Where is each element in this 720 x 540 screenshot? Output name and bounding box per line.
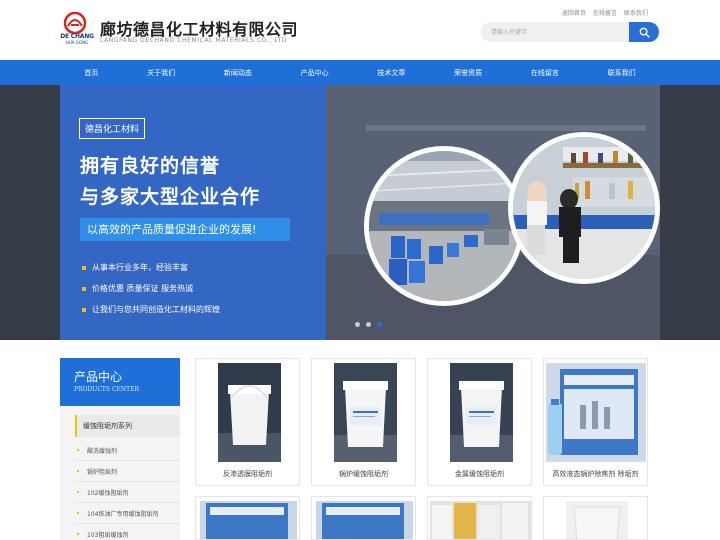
warehouse-photo — [364, 146, 524, 306]
product-card[interactable]: 锅炉缓蚀阻垢剂 — [311, 358, 416, 486]
banner-headline-1: 拥有良好的信誉 — [80, 155, 221, 177]
top-link-home[interactable]: 返回首页 — [562, 8, 586, 17]
banner-edge-right — [660, 85, 720, 340]
product-name[interactable]: 锅炉缓蚀阻垢剂 — [312, 469, 415, 479]
product-image — [546, 363, 646, 462]
site-header: DE CHANG HUA GONG 廊坊德昌化工材料有限公司 LANGFANG … — [0, 0, 720, 60]
product-image — [450, 363, 513, 462]
banner-bullet: 让我们与您共同创造化工材料的辉煌 — [82, 299, 220, 320]
product-image — [200, 501, 297, 539]
company-name-english: LANGFANG DECHANG CHEMICAL MATERIALS CO.,… — [100, 37, 287, 44]
sidebar-item[interactable]: 酸洗缓蚀剂 — [75, 440, 180, 461]
product-image — [334, 363, 397, 462]
slider-dot[interactable] — [355, 322, 360, 327]
nav-message[interactable]: 在线留言 — [531, 68, 559, 78]
search-bar — [481, 22, 659, 42]
logo-text-secondary: HUA GONG — [65, 40, 89, 45]
product-card[interactable]: 高效液态锅炉除焦剂 除垢剂 — [543, 358, 648, 486]
banner-headline-2: 与多家大型企业合作 — [80, 186, 261, 208]
banner-edge-left — [0, 85, 60, 340]
top-links: 返回首页 在线留言 联系我们 — [562, 8, 648, 17]
nav-products[interactable]: 产品中心 — [301, 68, 329, 78]
product-card[interactable]: 反渗透膜阻垢剂 — [195, 358, 300, 486]
top-link-message[interactable]: 在线留言 — [593, 8, 617, 17]
nav-home[interactable]: 首页 — [84, 68, 98, 78]
banner-bullets: 从事本行业多年，经验丰富 价格优惠 质量保证 服务热诚 让我们与您共同创造化工材… — [82, 257, 220, 320]
product-image — [316, 501, 413, 539]
product-card[interactable] — [543, 496, 648, 540]
search-icon — [639, 27, 650, 38]
product-name[interactable]: 高效液态锅炉除焦剂 除垢剂 — [544, 469, 647, 479]
sidebar-item[interactable]: 锅炉阻垢剂 — [75, 461, 180, 482]
sidebar-item[interactable]: 103阻垢缓蚀剂 — [75, 524, 180, 540]
search-button[interactable] — [629, 22, 659, 42]
sidebar-title: 产品中心 — [74, 370, 123, 384]
slider-dots — [355, 322, 382, 327]
logo-text-primary: DE CHANG — [60, 33, 94, 40]
banner-bullet: 从事本行业多年，经验丰富 — [82, 257, 220, 278]
slider-dot[interactable] — [366, 322, 371, 327]
sidebar-item[interactable]: 104炼油厂专用缓蚀阻垢剂 — [75, 503, 180, 524]
product-card[interactable] — [311, 496, 416, 540]
sidebar-subtitle: PRODUCTS CENTER — [74, 386, 140, 393]
product-name[interactable]: 金属缓蚀阻垢剂 — [428, 469, 531, 479]
product-card[interactable]: 金属缓蚀阻垢剂 — [427, 358, 532, 486]
laboratory-photo — [508, 132, 660, 284]
banner-slogan: 以高效的产品质量促进企业的发展! — [80, 218, 290, 241]
product-name[interactable]: 反渗透膜阻垢剂 — [196, 469, 299, 479]
nav-news[interactable]: 新闻动态 — [224, 68, 252, 78]
top-link-contact[interactable]: 联系我们 — [624, 8, 648, 17]
nav-honors[interactable]: 荣誉资质 — [454, 68, 482, 78]
product-image — [566, 501, 628, 539]
slider-dot-active[interactable] — [377, 322, 382, 327]
product-image — [430, 501, 531, 539]
nav-articles[interactable]: 技术文章 — [377, 68, 405, 78]
nav-about[interactable]: 关于我们 — [147, 68, 175, 78]
sidebar-list: 酸洗缓蚀剂 锅炉阻垢剂 102缓蚀阻垢剂 104炼油厂专用缓蚀阻垢剂 103阻垢… — [75, 440, 180, 540]
product-image — [218, 363, 281, 462]
product-card[interactable] — [427, 496, 532, 540]
sidebar-item[interactable]: 102缓蚀阻垢剂 — [75, 482, 180, 503]
product-card[interactable] — [195, 496, 300, 540]
nav-contact[interactable]: 联系我们 — [608, 68, 636, 78]
main-nav: 首页 关于我们 新闻动态 产品中心 技术文章 荣誉资质 在线留言 联系我们 — [0, 60, 720, 85]
company-logo-icon[interactable] — [62, 12, 88, 34]
banner-bullet: 价格优惠 质量保证 服务热诚 — [82, 278, 220, 299]
search-input[interactable] — [481, 22, 629, 42]
sidebar-category[interactable]: 缓蚀阻垢剂系列 — [75, 415, 180, 437]
banner-tag: 德昌化工材料 — [79, 118, 146, 139]
